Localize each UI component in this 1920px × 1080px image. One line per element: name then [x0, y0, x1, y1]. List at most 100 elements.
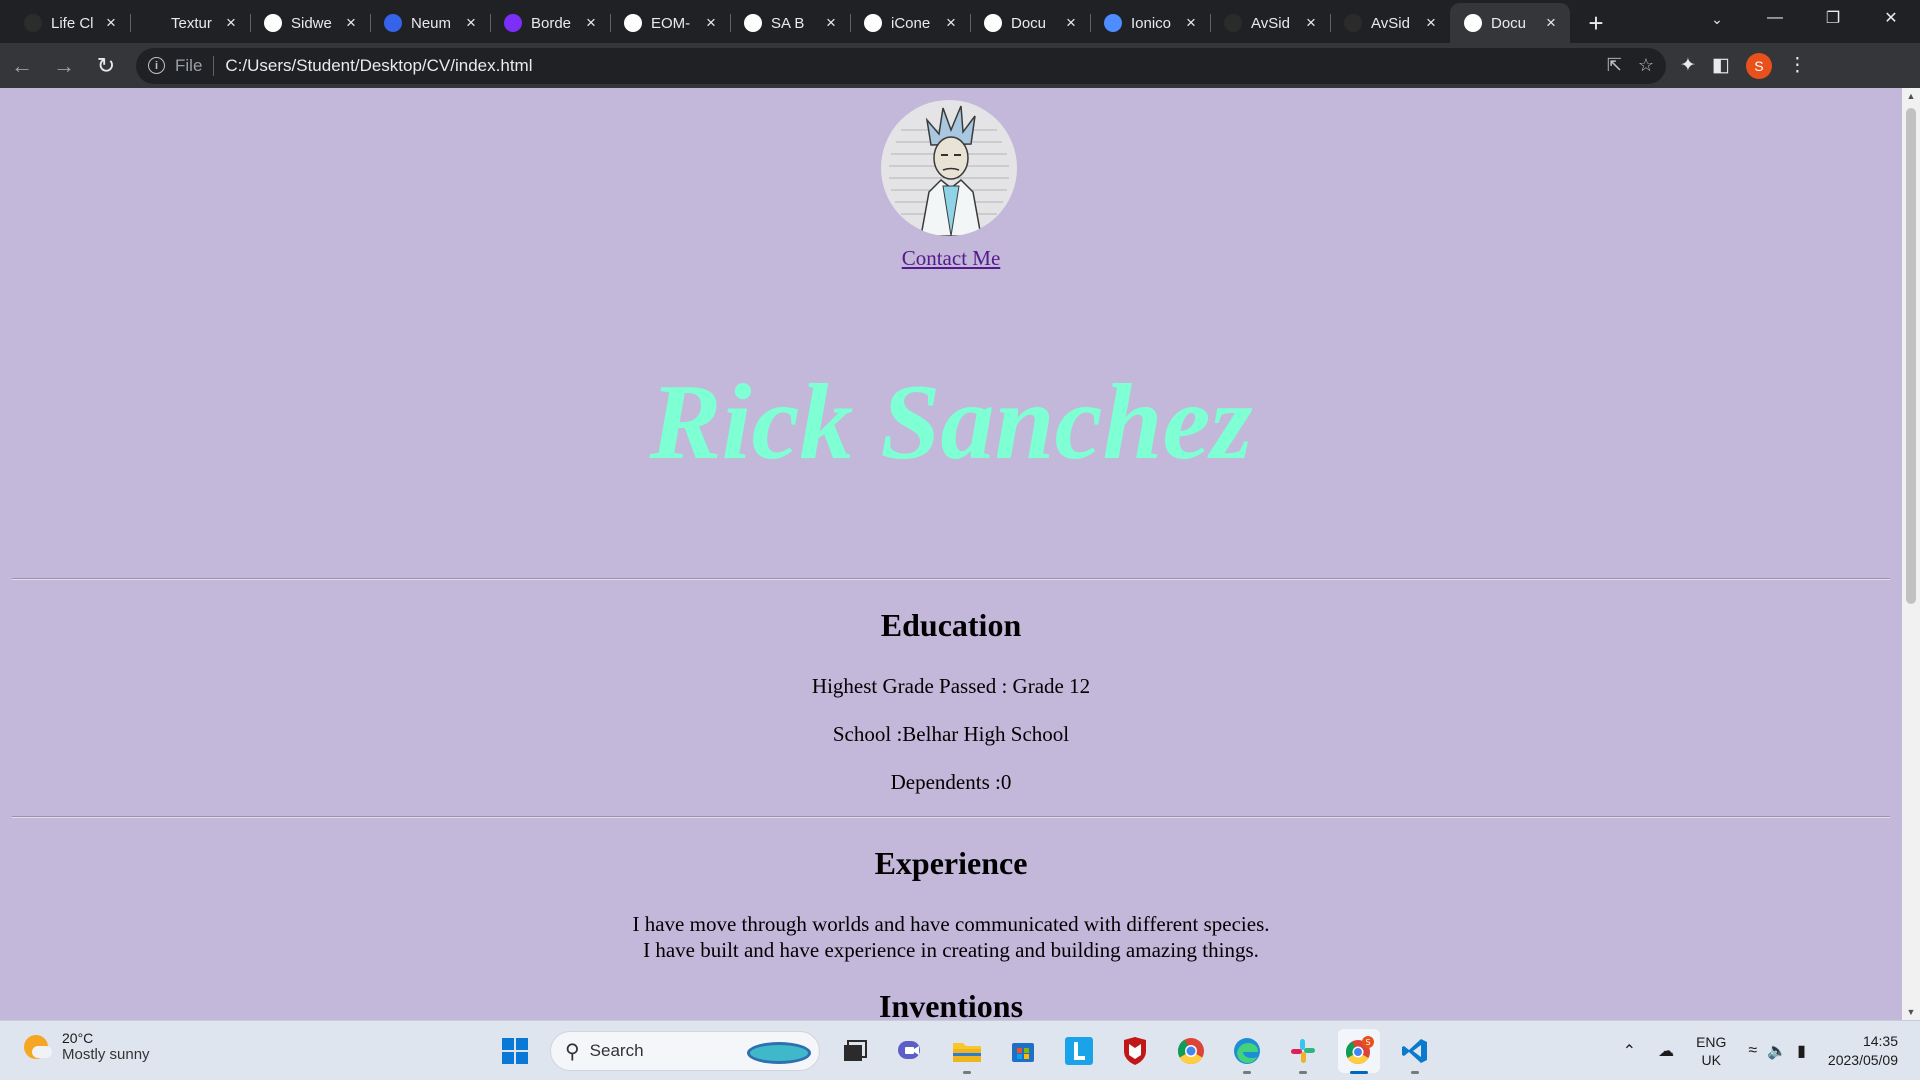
window-controls: — ❐ ✕: [1746, 0, 1920, 36]
back-arrow-icon[interactable]: ←: [2, 46, 42, 86]
browser-tab[interactable]: Textur ×: [130, 3, 250, 43]
close-tab-icon[interactable]: ×: [342, 14, 360, 32]
browser-tab[interactable]: EOM- ×: [610, 3, 730, 43]
close-tab-icon[interactable]: ×: [1542, 14, 1560, 32]
new-tab-button[interactable]: +: [1576, 3, 1616, 43]
bookmark-star-icon[interactable]: ☆: [1638, 55, 1654, 76]
menu-kebab-icon[interactable]: ⋮: [1788, 54, 1807, 77]
education-school: School :Belhar High School: [832, 722, 1070, 746]
page-viewport: Contact Me Rick Sanchez Education Highes…: [0, 88, 1902, 1020]
scrollbar-thumb[interactable]: [1906, 108, 1916, 604]
address-bar[interactable]: i File C:/Users/Student/Desktop/CV/index…: [136, 47, 1666, 84]
close-tab-icon[interactable]: ×: [702, 14, 720, 32]
edge-icon[interactable]: [1226, 1029, 1268, 1074]
browser-tab[interactable]: SA B ×: [730, 3, 850, 43]
microsoft-store-icon[interactable]: [1002, 1029, 1044, 1073]
slack-icon[interactable]: [1282, 1029, 1324, 1074]
clickup-favicon-icon: [264, 14, 282, 32]
running-indicator: [1350, 1071, 1368, 1074]
globe-favicon-icon: [1464, 14, 1482, 32]
close-tab-icon[interactable]: ×: [1302, 14, 1320, 32]
clock-date: 2023/05/09: [1827, 1052, 1898, 1068]
toolbar-right: ✦ ◧ S ⋮: [1680, 52, 1807, 79]
onedrive-cloud-icon[interactable]: ☁: [1658, 1041, 1674, 1061]
scroll-up-arrow-icon[interactable]: ▲: [1902, 88, 1920, 104]
running-indicator: [1299, 1071, 1307, 1074]
close-tab-icon[interactable]: ×: [102, 14, 120, 32]
url-text[interactable]: C:/Users/Student/Desktop/CV/index.html: [225, 56, 532, 76]
browser-tab[interactable]: AvSid ×: [1210, 3, 1330, 43]
wifi-icon[interactable]: ≈: [1748, 1042, 1757, 1060]
profile-photo: [881, 100, 1017, 236]
browser-tab[interactable]: Sidwe ×: [250, 3, 370, 43]
address-separator: [213, 55, 215, 76]
browser-tab[interactable]: Neum ×: [370, 3, 490, 43]
github-favicon-icon: [1224, 14, 1242, 32]
vscode-icon[interactable]: [1394, 1029, 1436, 1074]
education-dependents: Dependents :0: [890, 770, 1012, 794]
globe-favicon-icon: [984, 14, 1002, 32]
browser-tab[interactable]: Ionico ×: [1090, 3, 1210, 43]
show-hidden-icons-chevron-icon[interactable]: ⌃: [1623, 1041, 1636, 1061]
contact-me-link[interactable]: Contact Me: [0, 246, 1902, 271]
taskbar-apps: ⚲ Search S: [494, 1029, 1436, 1074]
scroll-down-arrow-icon[interactable]: ▼: [1902, 1004, 1920, 1020]
chrome-profile-icon[interactable]: S: [1338, 1029, 1380, 1074]
weather-widget[interactable]: 20°C Mostly sunny: [22, 1030, 150, 1063]
input-language[interactable]: ENG UK: [1696, 1033, 1726, 1069]
windows-start-icon[interactable]: [494, 1029, 536, 1073]
close-tab-icon[interactable]: ×: [462, 14, 480, 32]
tab-title: Docu: [1491, 14, 1527, 32]
battery-icon[interactable]: ▮: [1797, 1041, 1806, 1061]
tab-title: Life Cl: [51, 14, 94, 32]
browser-tab[interactable]: Life Cl ×: [10, 3, 130, 43]
lang-code: ENG: [1696, 1034, 1727, 1050]
inventions-heading: Inventions: [878, 988, 1024, 1020]
browser-toolbar: ← → ↻ i File C:/Users/Student/Desktop/CV…: [0, 43, 1920, 88]
page-scrollbar[interactable]: ▲ ▼: [1902, 88, 1920, 1020]
education-grade: Highest Grade Passed : Grade 12: [811, 674, 1091, 698]
l-app-icon[interactable]: [1058, 1029, 1100, 1073]
close-tab-icon[interactable]: ×: [1062, 14, 1080, 32]
task-view-icon[interactable]: [834, 1029, 876, 1073]
tab-title: AvSid: [1251, 14, 1290, 32]
close-tab-icon[interactable]: ×: [942, 14, 960, 32]
tab-title: AvSid: [1371, 14, 1410, 32]
side-panel-icon[interactable]: ◧: [1712, 54, 1730, 77]
browser-tab[interactable]: Borde ×: [490, 3, 610, 43]
browser-tab[interactable]: iCone ×: [850, 3, 970, 43]
close-tab-icon[interactable]: ×: [1182, 14, 1200, 32]
close-tab-icon[interactable]: ×: [582, 14, 600, 32]
tab-search-chevron-icon[interactable]: ⌄: [1702, 6, 1732, 32]
close-tab-icon[interactable]: ×: [1422, 14, 1440, 32]
file-explorer-icon[interactable]: [946, 1029, 988, 1074]
reload-icon[interactable]: ↻: [86, 46, 126, 86]
tab-list: Life Cl × Textur × Sidwe × Neum × Borde × EOM- × SA …: [0, 3, 1570, 43]
chrome-icon[interactable]: [1170, 1029, 1212, 1073]
minimize-icon[interactable]: —: [1746, 0, 1804, 36]
neumorphism-favicon-icon: [384, 14, 402, 32]
taskbar-search[interactable]: ⚲ Search: [550, 1031, 820, 1071]
close-tab-icon[interactable]: ×: [222, 14, 240, 32]
close-window-icon[interactable]: ✕: [1862, 0, 1920, 36]
teams-icon[interactable]: [890, 1029, 932, 1073]
globe-favicon-icon: [864, 14, 882, 32]
browser-tab[interactable]: Docu ×: [970, 3, 1090, 43]
tab-title: iCone: [891, 14, 931, 32]
tab-title: Borde: [531, 14, 572, 32]
restore-icon[interactable]: ❐: [1804, 0, 1862, 36]
browser-tab[interactable]: AvSid ×: [1330, 3, 1450, 43]
clock[interactable]: 14:35 2023/05/09: [1828, 1032, 1898, 1070]
share-icon[interactable]: ⇱: [1607, 55, 1622, 76]
profile-avatar[interactable]: S: [1745, 52, 1772, 79]
extensions-puzzle-icon[interactable]: ✦: [1680, 54, 1696, 77]
forward-arrow-icon[interactable]: →: [44, 46, 84, 86]
clock-time: 14:35: [1862, 1033, 1898, 1049]
experience-line-2: I have built and have experience in crea…: [643, 938, 1259, 962]
close-tab-icon[interactable]: ×: [822, 14, 840, 32]
site-info-icon[interactable]: i: [148, 57, 165, 74]
mcafee-icon[interactable]: [1114, 1029, 1156, 1073]
browser-tab[interactable]: Docu ×: [1450, 3, 1570, 43]
volume-muted-icon[interactable]: 🔈: [1767, 1041, 1787, 1061]
svg-text:S: S: [1365, 1038, 1370, 1047]
